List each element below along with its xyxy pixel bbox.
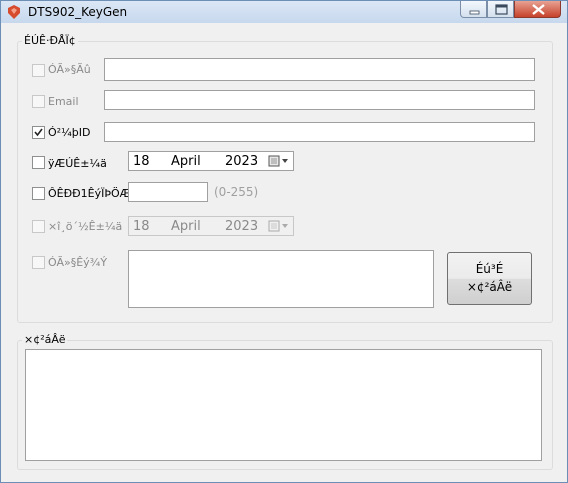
close-icon	[532, 4, 545, 15]
username-input[interactable]	[104, 58, 535, 81]
expire-date-picker[interactable]: 18 April 2023	[128, 151, 294, 171]
expire-month: April	[171, 154, 201, 169]
run-count-label: ÔÊÐÐ1ÊýÏÞÖÆ	[48, 187, 131, 200]
hardware-id-label: Ó²¼þID	[48, 126, 91, 139]
user-data-checkbox[interactable]	[32, 256, 45, 269]
run-count-range-hint: (0-255)	[214, 185, 259, 199]
username-label: ÓÃ»§Ãû	[48, 63, 91, 76]
hardware-id-checkbox[interactable]	[32, 126, 45, 139]
run-count-checkbox[interactable]	[32, 187, 45, 200]
keygen-app-icon	[8, 5, 20, 19]
email-label: Email	[48, 95, 79, 108]
max-time-checkbox[interactable]	[32, 220, 45, 233]
max-time-date-picker[interactable]: 18 April 2023	[128, 216, 294, 236]
user-data-label: ÓÃ»§Êý¾Ý	[48, 256, 108, 269]
generate-button[interactable]: Éú³É ×¢²áÂë	[447, 252, 532, 305]
calendar-dropdown-icon[interactable]	[268, 155, 290, 167]
hardware-id-input[interactable]	[104, 122, 535, 142]
settings-group-label: ÉÚÊ·ÐÅÏ¢	[22, 34, 78, 47]
run-count-input[interactable]	[128, 182, 208, 202]
max-time-year: 2023	[225, 219, 259, 234]
max-time-month: April	[171, 219, 201, 234]
generate-button-line1: Éú³É	[475, 262, 504, 276]
expire-date-checkbox[interactable]	[32, 156, 45, 169]
close-button[interactable]	[514, 1, 561, 18]
max-time-label: ×î¸ö´½Ê±¼ä	[48, 220, 123, 233]
username-checkbox[interactable]	[32, 64, 45, 77]
calendar-dropdown-icon[interactable]	[268, 220, 290, 232]
title-bar[interactable]: DTS902_KeyGen	[1, 1, 567, 23]
max-time-day: 18	[133, 219, 150, 234]
result-group-label: ×¢²áÂë	[22, 333, 68, 346]
minimize-button[interactable]	[460, 1, 487, 18]
checkmark-icon	[34, 128, 43, 137]
generate-button-line2: ×¢²áÂë	[466, 280, 513, 294]
email-checkbox[interactable]	[32, 95, 45, 108]
email-input[interactable]	[104, 90, 535, 110]
expire-date-label: ÿÆÚÊ±¼ä	[48, 157, 107, 170]
maximize-icon	[495, 4, 508, 15]
maximize-button[interactable]	[487, 1, 514, 18]
expire-year: 2023	[225, 154, 259, 169]
result-textarea[interactable]	[25, 349, 542, 461]
keygen-window: DTS902_KeyGen ÉÚÊ·ÐÅÏ¢ ÓÃ»§Ãû Email Ó²¼þ…	[0, 0, 568, 483]
window-title: DTS902_KeyGen	[28, 5, 128, 19]
minimize-icon	[469, 10, 480, 15]
user-data-textarea[interactable]	[128, 250, 434, 308]
expire-day: 18	[133, 154, 150, 169]
